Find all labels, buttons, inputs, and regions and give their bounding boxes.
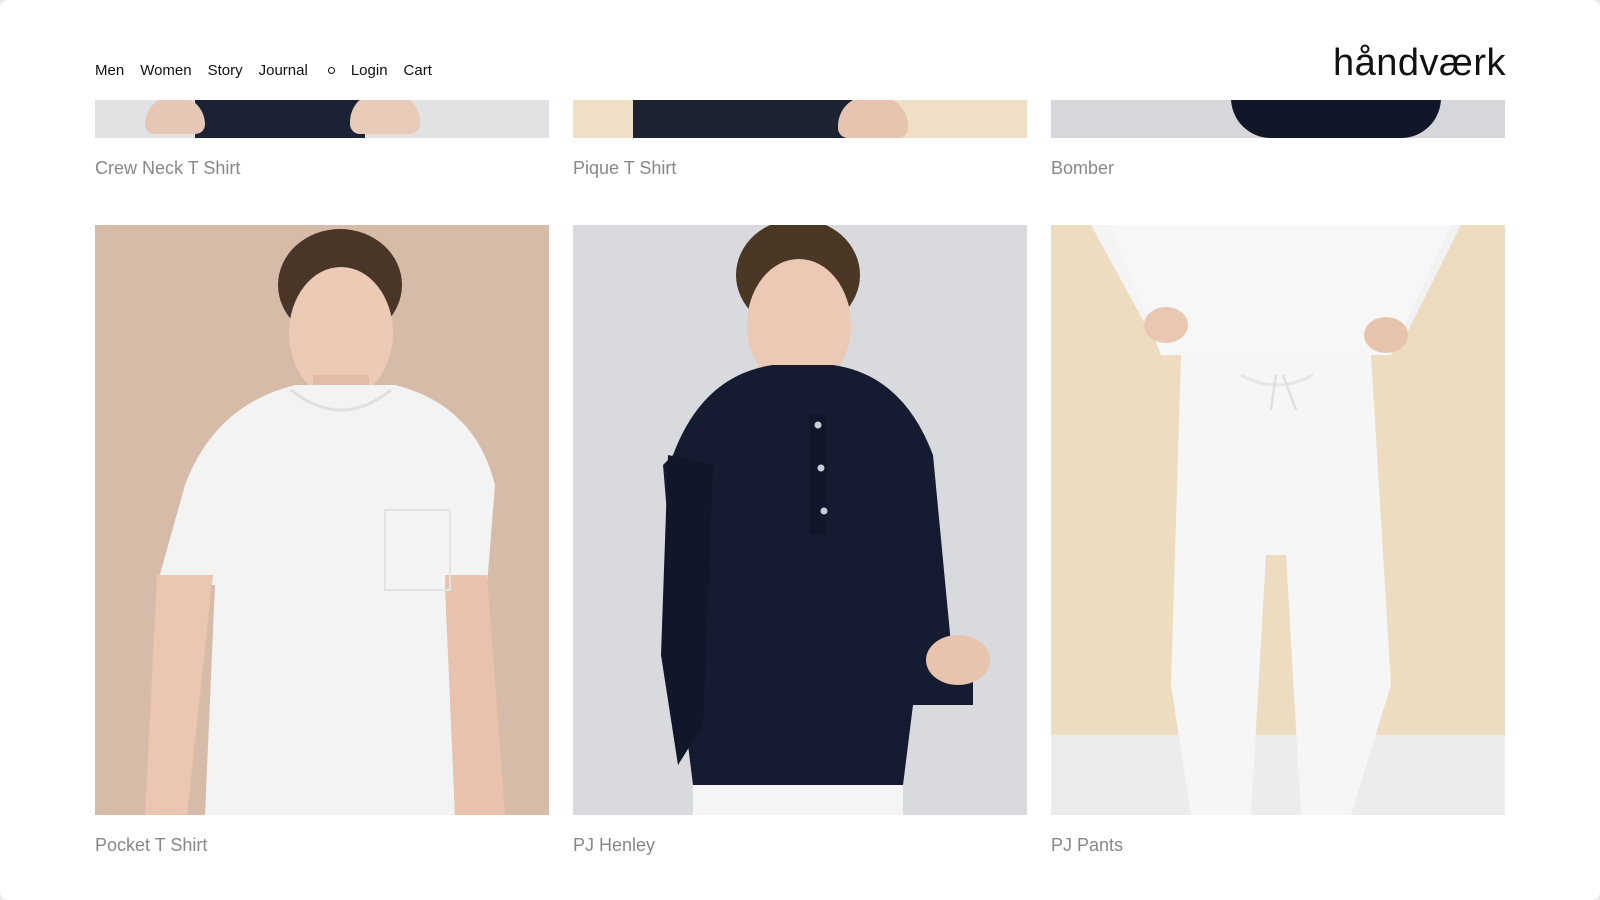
product-name[interactable]: PJ Pants	[1051, 835, 1123, 856]
nav-journal[interactable]: Journal	[259, 62, 308, 79]
product-card-pj-henley[interactable]: PJ Henley	[573, 225, 1027, 855]
product-name[interactable]: Bomber	[1051, 158, 1114, 179]
product-image[interactable]	[95, 225, 549, 815]
product-image[interactable]	[1051, 225, 1505, 815]
site-header: Men Women Story Journal Login Cart håndv…	[0, 0, 1600, 100]
divider-dot-icon	[327, 67, 335, 74]
model-illustration	[1051, 225, 1505, 815]
product-image[interactable]	[573, 225, 1027, 815]
nav-login[interactable]: Login	[351, 62, 388, 79]
product-name[interactable]: Crew Neck T Shirt	[95, 158, 240, 179]
nav-men[interactable]: Men	[95, 62, 124, 79]
product-name[interactable]: Pique T Shirt	[573, 158, 676, 179]
product-name[interactable]: PJ Henley	[573, 835, 655, 856]
nav-story[interactable]: Story	[208, 62, 243, 79]
nav-women[interactable]: Women	[140, 62, 191, 79]
product-card-pocket-tshirt[interactable]: Pocket T Shirt	[95, 225, 549, 855]
model-illustration	[661, 225, 990, 815]
main-nav: Men Women Story Journal Login Cart	[95, 62, 448, 79]
product-card-pj-pants[interactable]: PJ Pants	[1051, 225, 1505, 855]
brand-logo[interactable]: håndværk	[1333, 42, 1506, 85]
product-name[interactable]: Pocket T Shirt	[95, 835, 207, 856]
page: Crew Neck T Shirt Pique T Shirt Bomber P…	[0, 0, 1600, 900]
model-illustration	[145, 229, 505, 815]
nav-cart[interactable]: Cart	[404, 62, 432, 79]
